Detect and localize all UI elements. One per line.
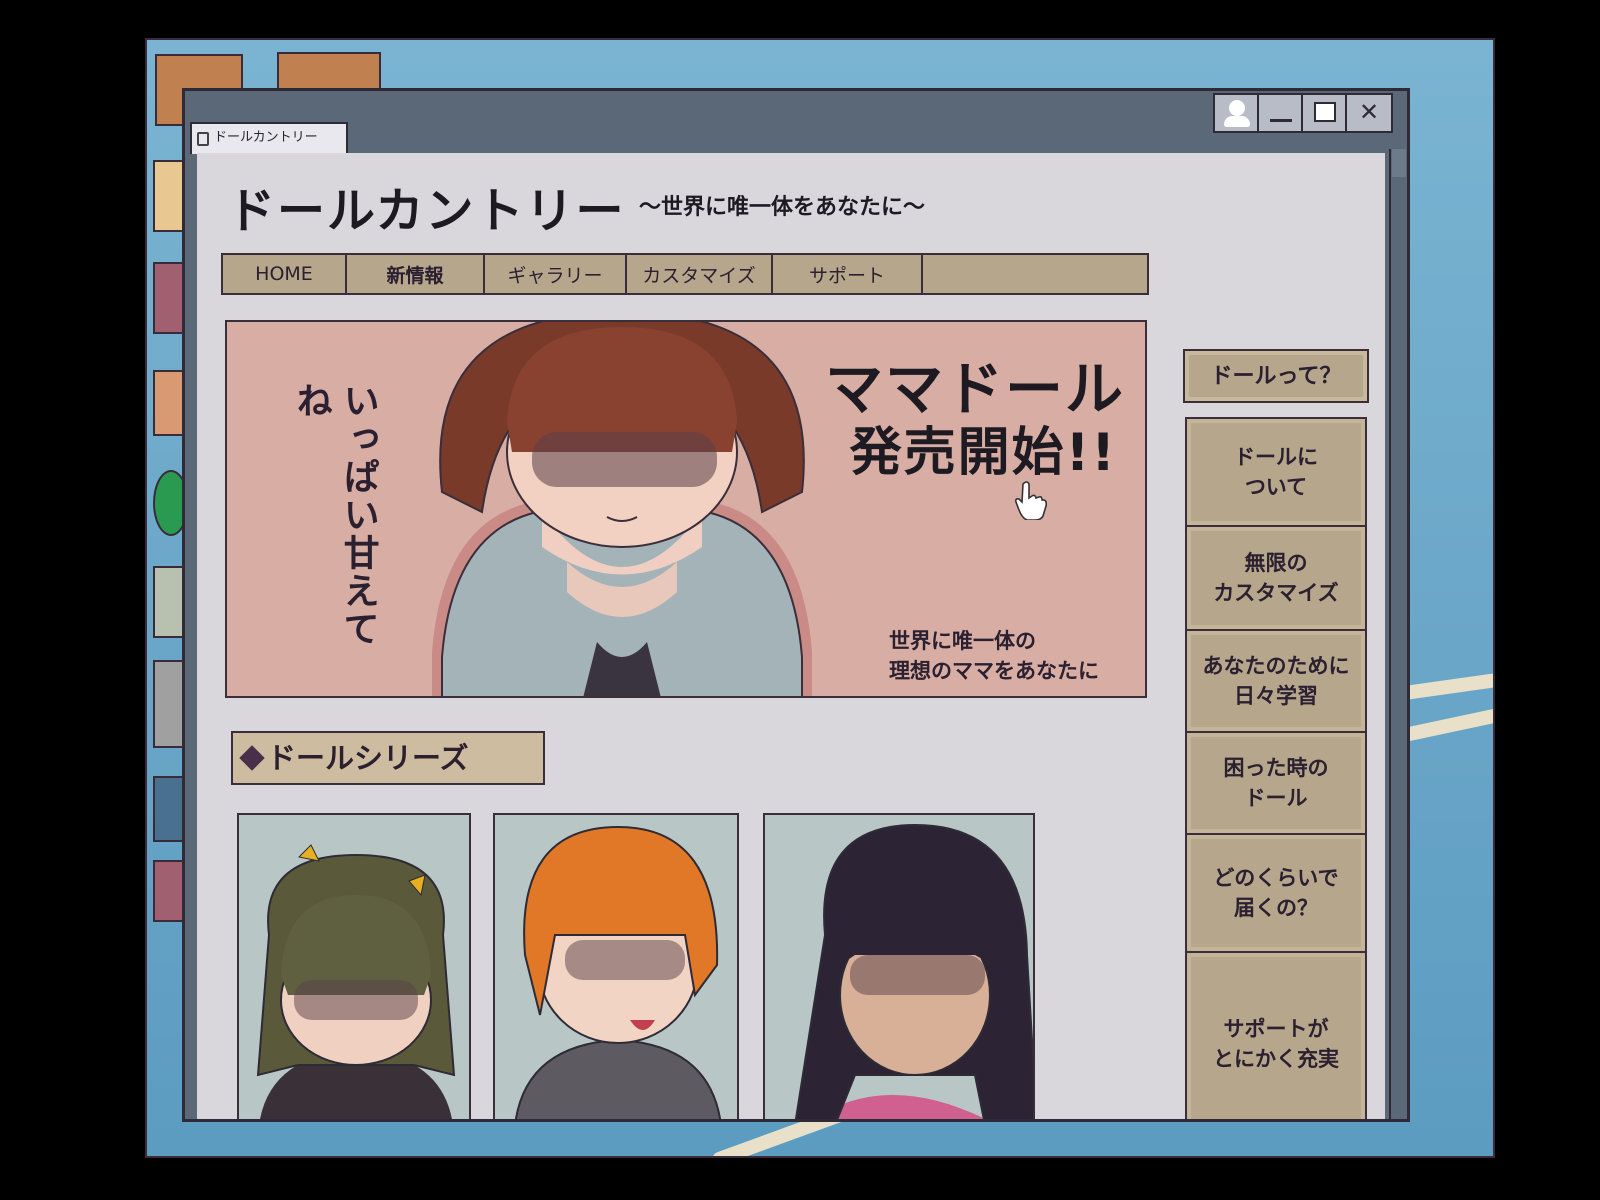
doll-illustration-boy [515,825,721,1119]
side-item-delivery[interactable]: どのくらいで 届くの？ [1187,835,1365,953]
side-item-help[interactable]: 困った時の ドール [1187,733,1365,835]
nav-item-news[interactable]: 新情報 [347,255,485,293]
banner-subtext-line: 世界に唯一体の [889,629,1036,653]
side-item-customize[interactable]: 無限の カスタマイズ [1187,527,1365,631]
site-title: ドールカントリー [227,183,626,239]
doll-card[interactable] [237,813,471,1119]
folder-icon[interactable] [277,52,381,92]
mama-doll-illustration [432,322,812,696]
nav-item-empty [923,255,1147,293]
site-tagline: 〜世界に唯一体をあなたに〜 [639,195,926,220]
browser-window: ドールカントリー ✕ ドールカントリー 〜世界に唯一体をあなたに〜 HOME 新… [182,88,1410,1122]
nav-bar: HOME 新情報 ギャラリー カスタマイズ サポート [221,253,1149,295]
banner-subtext-line: 理想のママをあなたに [889,659,1099,683]
window-titlebar[interactable]: ドールカントリー ✕ [185,91,1407,154]
minimize-icon[interactable] [1259,95,1303,131]
nav-item-customize[interactable]: カスタマイズ [627,255,773,293]
doll-illustration-longhair [794,823,1033,1119]
scrollbar[interactable] [1389,149,1407,1119]
maximize-icon[interactable] [1303,95,1347,131]
side-menu: ドールに ついて 無限の カスタマイズ あなたのために 日々学習 困った時の ド… [1185,417,1367,1119]
close-icon[interactable]: ✕ [1347,95,1391,131]
diamond-icon [239,745,265,771]
tab-page-icon [197,132,209,146]
series-header-label: ドールシリーズ [267,741,469,775]
side-item-about[interactable]: ドールに ついて [1187,419,1365,527]
web-page: ドールカントリー 〜世界に唯一体をあなたに〜 HOME 新情報 ギャラリー カス… [197,153,1385,1119]
doll-card[interactable] [763,813,1035,1119]
user-icon[interactable] [1215,95,1259,131]
window-controls: ✕ [1213,93,1393,133]
promo-banner[interactable]: いっぱい甘えてね ママドール 発売開始!! 世界に唯一体の 理想のママをあなたに [225,320,1147,698]
doll-illustration-twintail [256,844,456,1119]
nav-item-home[interactable]: HOME [223,255,347,293]
nav-item-gallery[interactable]: ギャラリー [485,255,627,293]
pointer-hand-icon [1015,481,1047,520]
scrollbar-thumb[interactable] [1392,149,1406,177]
banner-subtext: 世界に唯一体の 理想のママをあなたに [889,626,1099,686]
doll-card[interactable] [493,813,739,1119]
series-section-header: ドールシリーズ [231,731,545,785]
what-is-doll-button[interactable]: ドールって？ [1183,349,1369,403]
tab-title: ドールカントリー [214,130,318,145]
browser-tab[interactable]: ドールカントリー [190,122,348,154]
side-item-learning[interactable]: あなたのために 日々学習 [1187,631,1365,733]
banner-headline-2: 発売開始!! [849,423,1117,483]
side-item-support[interactable]: サポートが とにかく充実 [1187,953,1365,1119]
nav-item-support[interactable]: サポート [773,255,923,293]
banner-vertical-text: いっぱい甘えてね [290,382,379,648]
